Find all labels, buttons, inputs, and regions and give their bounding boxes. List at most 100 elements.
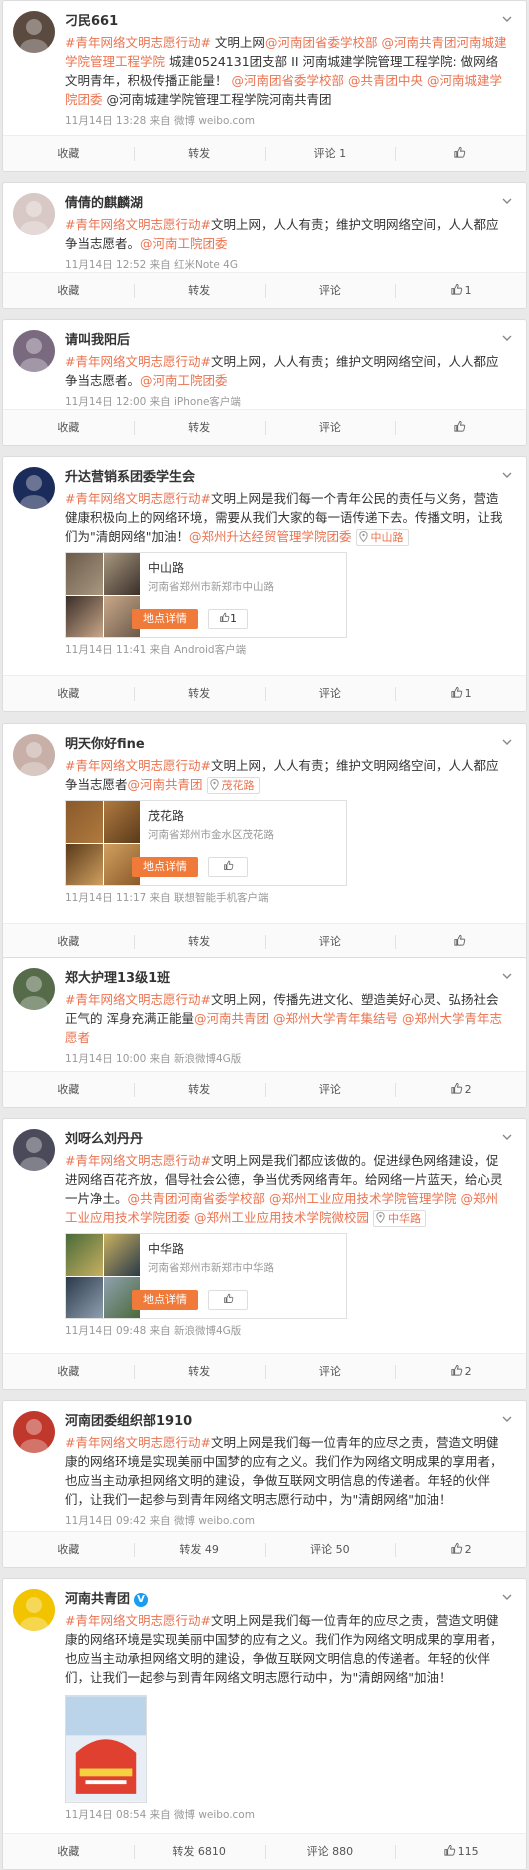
collect-button[interactable]: 收藏	[3, 273, 134, 308]
chevron-down-icon[interactable]	[500, 330, 514, 344]
mention-link[interactable]: @河南团省委学校部	[265, 35, 378, 50]
location-photo	[103, 1234, 140, 1276]
hashtag-link[interactable]: #青年网络文明志愿行动#	[65, 354, 211, 369]
mention-link[interactable]: @共青团河南省委学校部	[128, 1191, 266, 1206]
avatar[interactable]	[13, 330, 55, 372]
username-link[interactable]: 河南共青团	[65, 1591, 130, 1609]
comment-button[interactable]: 评论	[264, 676, 396, 711]
username-link[interactable]: 刁民661	[65, 13, 118, 31]
mention-link[interactable]: @河南团省委学校部	[231, 73, 344, 88]
comment-button[interactable]: 评论 50	[264, 1532, 396, 1567]
chevron-down-icon[interactable]	[500, 193, 514, 207]
mention-link[interactable]: @河南共青团	[194, 1011, 269, 1026]
collect-button[interactable]: 收藏	[3, 1354, 134, 1389]
collect-button[interactable]: 收藏	[3, 676, 134, 711]
repost-button[interactable]: 转发	[133, 924, 265, 959]
username-link[interactable]: 倩倩的麒麟湖	[65, 195, 143, 213]
avatar[interactable]	[13, 467, 55, 509]
chevron-down-icon[interactable]	[500, 1589, 514, 1603]
like-button[interactable]	[395, 924, 526, 959]
mention-link[interactable]: @郑州升达经贸管理学院团委	[189, 529, 352, 544]
avatar[interactable]	[13, 734, 55, 776]
username-link[interactable]: 刘呀么刘丹丹	[65, 1131, 143, 1149]
location-details-button[interactable]: 地点详情	[132, 609, 198, 629]
collect-button[interactable]: 收藏	[3, 1834, 134, 1869]
comment-button[interactable]: 评论	[264, 1072, 396, 1107]
like-button[interactable]	[395, 410, 526, 445]
location-details-button[interactable]: 地点详情	[132, 857, 198, 877]
like-button[interactable]: 2	[395, 1532, 526, 1567]
location-tag[interactable]: 中华路	[373, 1210, 427, 1227]
collect-button[interactable]: 收藏	[3, 924, 134, 959]
comment-count: 880	[332, 1845, 354, 1858]
chevron-down-icon[interactable]	[500, 11, 514, 25]
comment-button[interactable]: 评论	[264, 273, 396, 308]
mention-link[interactable]: @郑州工业应用技术学院管理学院	[269, 1191, 457, 1206]
like-button[interactable]: 2	[395, 1072, 526, 1107]
hashtag-link[interactable]: #青年网络文明志愿行动#	[65, 758, 211, 773]
location-card[interactable]: 中华路 河南省郑州市新郑市中华路 地点详情	[65, 1233, 347, 1319]
collect-button[interactable]: 收藏	[3, 1532, 134, 1567]
comment-button[interactable]: 评论	[264, 924, 396, 959]
hashtag-link[interactable]: #青年网络文明志愿行动#	[65, 491, 211, 506]
avatar[interactable]	[13, 1411, 55, 1453]
collect-button[interactable]: 收藏	[3, 136, 134, 171]
chevron-down-icon[interactable]	[500, 1129, 514, 1143]
like-button[interactable]: 2	[395, 1354, 526, 1389]
location-like-button[interactable]: 1	[208, 609, 248, 629]
hashtag-link[interactable]: #青年网络文明志愿行动#	[65, 1435, 211, 1450]
comment-button[interactable]: 评论 1	[264, 136, 396, 171]
chevron-down-icon[interactable]	[500, 968, 514, 982]
location-details-button[interactable]: 地点详情	[132, 1290, 198, 1310]
hashtag-link[interactable]: #青年网络文明志愿行动#	[65, 1153, 211, 1168]
like-button[interactable]: 115	[395, 1834, 526, 1869]
chevron-down-icon[interactable]	[500, 734, 514, 748]
mention-link[interactable]: @共青团中央	[348, 73, 423, 88]
repost-button[interactable]: 转发	[133, 1354, 265, 1389]
hashtag-link[interactable]: #青年网络文明志愿行动#	[65, 1613, 211, 1628]
chevron-down-icon[interactable]	[500, 1411, 514, 1425]
repost-button[interactable]: 转发	[133, 410, 265, 445]
chevron-down-icon[interactable]	[500, 467, 514, 481]
username-link[interactable]: 升达营销系团委学生会	[65, 469, 195, 487]
comment-button[interactable]: 评论	[264, 410, 396, 445]
collect-button[interactable]: 收藏	[3, 410, 134, 445]
mention-link[interactable]: @河南工院团委	[140, 236, 228, 251]
comment-button[interactable]: 评论 880	[264, 1834, 396, 1869]
username-link[interactable]: 请叫我阳后	[65, 332, 130, 350]
comment-button[interactable]: 评论	[264, 1354, 396, 1389]
hashtag-link[interactable]: #青年网络文明志愿行动#	[65, 992, 211, 1007]
repost-button[interactable]: 转发 49	[133, 1532, 265, 1567]
location-tag[interactable]: 中山路	[355, 529, 409, 546]
mention-link[interactable]: @河南共青团	[128, 777, 203, 792]
post-image[interactable]	[65, 1695, 147, 1803]
mention-link[interactable]: @郑州大学青年集结号	[273, 1011, 398, 1026]
repost-button[interactable]: 转发	[133, 136, 265, 171]
avatar[interactable]	[13, 1589, 55, 1631]
username-link[interactable]: 郑大护理13级1班	[65, 970, 170, 988]
repost-button[interactable]: 转发	[133, 1072, 265, 1107]
username-link[interactable]: 明天你好fine	[65, 736, 145, 754]
avatar[interactable]	[13, 11, 55, 53]
avatar[interactable]	[13, 968, 55, 1010]
collect-button[interactable]: 收藏	[3, 1072, 134, 1107]
location-card[interactable]: 茂花路 河南省郑州市金水区茂花路 地点详情	[65, 800, 347, 886]
repost-button[interactable]: 转发	[133, 273, 265, 308]
username-link[interactable]: 河南团委组织部1910	[65, 1413, 192, 1431]
avatar[interactable]	[13, 193, 55, 235]
like-button[interactable]: 1	[395, 676, 526, 711]
avatar[interactable]	[13, 1129, 55, 1171]
mention-link[interactable]: @郑州工业应用技术学院微校园	[194, 1210, 369, 1225]
like-count: 2	[464, 1543, 472, 1556]
location-tag[interactable]: 茂花路	[206, 777, 260, 794]
like-button[interactable]	[395, 136, 526, 171]
repost-button[interactable]: 转发 6810	[133, 1834, 265, 1869]
location-like-button[interactable]	[208, 857, 248, 877]
repost-button[interactable]: 转发	[133, 676, 265, 711]
hashtag-link[interactable]: #青年网络文明志愿行动#	[65, 217, 211, 232]
location-like-button[interactable]	[208, 1290, 248, 1310]
mention-link[interactable]: @河南工院团委	[140, 373, 228, 388]
location-card[interactable]: 中山路 河南省郑州市新郑市中山路 地点详情 1	[65, 552, 347, 638]
hashtag-link[interactable]: #青年网络文明志愿行动#	[65, 35, 211, 50]
like-button[interactable]: 1	[395, 273, 526, 308]
